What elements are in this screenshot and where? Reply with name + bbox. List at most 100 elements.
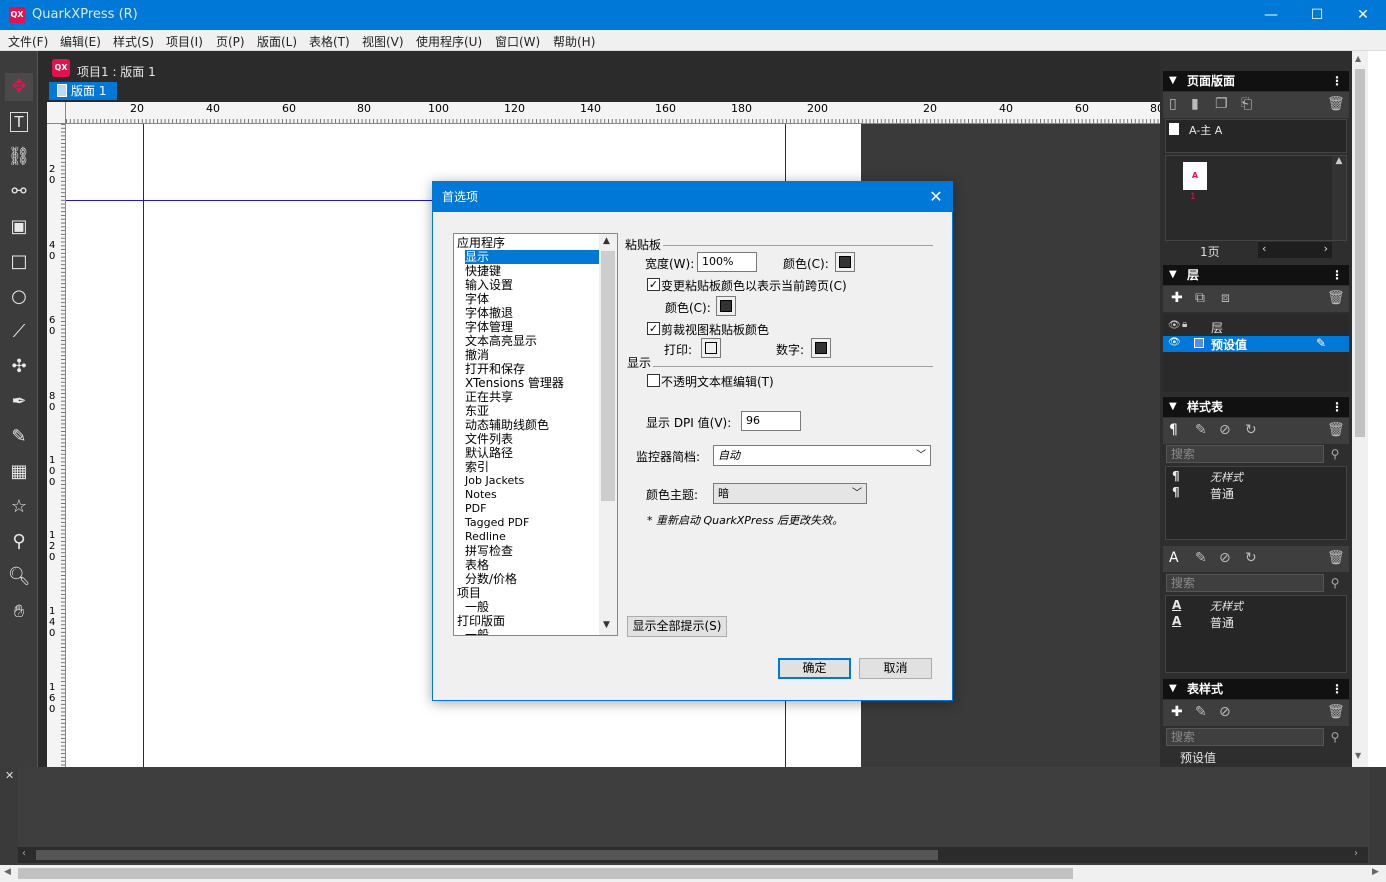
panel-scrollbar[interactable]: ▲ ▼ [1352, 51, 1368, 767]
star-icon[interactable]: ☆ [5, 493, 33, 521]
scroll-up-icon[interactable]: ▲ [1355, 54, 1361, 63]
change-color-checkbox[interactable]: ✓ [647, 278, 660, 291]
text-icon[interactable]: T [5, 108, 33, 136]
scroll-thumb[interactable] [601, 251, 615, 501]
category-item[interactable]: 字体撤退 [465, 306, 513, 320]
move-icon[interactable]: ✥ [5, 73, 33, 101]
category-item-selected[interactable]: 显示 [465, 250, 608, 264]
hand-icon[interactable]: ✋︎ [5, 598, 33, 626]
category-item[interactable]: 默认路径 [465, 446, 513, 460]
char-style-search[interactable]: 搜索 [1166, 574, 1324, 592]
master-page-label[interactable]: A-主 A [1189, 122, 1222, 138]
pencil-icon[interactable]: ✎ [5, 423, 33, 451]
zoom-icon[interactable]: 🔍︎ [5, 563, 33, 591]
menu-window[interactable]: 窗口(W) [495, 33, 540, 50]
para-style-item[interactable]: 无样式 [1210, 469, 1243, 485]
collapse-icon[interactable]: ▼ [1169, 397, 1177, 417]
eyedropper-icon[interactable]: ⚲ [5, 528, 33, 556]
delete-style-icon[interactable]: 🗑︎ [1327, 422, 1345, 438]
category-item[interactable]: 表格 [465, 558, 489, 572]
scroll-thumb[interactable] [36, 850, 938, 860]
category-item[interactable]: 字体管理 [465, 320, 513, 334]
delete-style-icon[interactable]: 🗑︎ [1327, 704, 1345, 720]
picture-box-icon[interactable]: ▣ [5, 213, 33, 241]
scroll-down-icon[interactable]: ▼ [1355, 751, 1361, 760]
category-item[interactable]: Notes [465, 488, 497, 502]
category-item[interactable]: XTensions 管理器 [465, 376, 564, 390]
collapse-icon[interactable]: ▼ [1169, 679, 1177, 699]
duplicate-style-icon[interactable]: ⊘ [1219, 422, 1231, 438]
style-sheets-panel-header[interactable]: ▼ 样式表 ⋮ [1163, 397, 1349, 417]
duplicate-style-icon[interactable]: ⊘ [1219, 704, 1231, 720]
layout-tab[interactable]: 版面 1 [49, 82, 117, 100]
window-hscrollbar[interactable]: ◀ ▶ [0, 865, 1386, 882]
update-style-icon[interactable]: ↻ [1245, 550, 1257, 566]
table-style-item[interactable]: 预设值 [1180, 749, 1216, 766]
layers-panel-header[interactable]: ▼ 层 ⋮ [1163, 265, 1349, 285]
link-icon[interactable]: ⛓ [5, 143, 33, 171]
category-item[interactable]: Job Jackets [465, 474, 524, 488]
scroll-left-icon[interactable]: ◀ [4, 867, 11, 877]
category-item[interactable]: Tagged PDF [465, 516, 529, 530]
para-style-search[interactable]: 搜索 [1166, 445, 1324, 463]
category-item[interactable]: 应用程序 [457, 236, 505, 250]
scroll-right-icon[interactable]: › [1354, 848, 1358, 859]
category-item[interactable]: 字体 [465, 292, 489, 306]
page-thumbnail[interactable]: A [1183, 162, 1207, 190]
close-panel-icon[interactable]: ✕ [5, 769, 14, 782]
new-facing-page-icon[interactable]: ▮ [1191, 96, 1199, 112]
new-character-style-icon[interactable]: A [1169, 550, 1179, 566]
menu-view[interactable]: 视图(V) [362, 33, 404, 50]
page-scroll[interactable]: ‹ › [1258, 242, 1332, 258]
panel-menu-icon[interactable]: ⋮ [1331, 71, 1343, 91]
edit-style-icon[interactable]: ✎ [1195, 550, 1207, 566]
pasteboard-width-input[interactable]: 100% [697, 252, 757, 272]
category-item[interactable]: 打印版面 [457, 614, 505, 628]
scroll-thumb[interactable] [18, 868, 1073, 879]
category-item[interactable]: 文本高亮显示 [465, 334, 537, 348]
menu-help[interactable]: 帮助(H) [553, 33, 595, 50]
new-page-icon[interactable]: ▯ [1169, 96, 1177, 112]
cancel-button[interactable]: 取消 [859, 658, 932, 679]
ok-button[interactable]: 确定 [778, 658, 851, 679]
vertical-ruler[interactable]: 2 0 4 0 6 0 8 0 1 0 0 1 2 0 1 4 0 1 6 0 [47, 124, 66, 767]
dialog-close-icon[interactable]: ✕ [926, 182, 946, 212]
menu-item[interactable]: 项目(I) [166, 33, 203, 50]
category-item[interactable]: 文件列表 [465, 432, 513, 446]
category-item[interactable]: 正在共享 [465, 390, 513, 404]
panel-menu-icon[interactable]: ⋮ [1331, 265, 1343, 285]
category-item[interactable]: 分数/价格 [465, 572, 517, 586]
show-all-tips-button[interactable]: 显示全部提示(S) [627, 616, 727, 637]
category-item[interactable]: 一般 [465, 600, 489, 614]
category-item[interactable]: Redline [465, 530, 506, 544]
number-color-swatch[interactable] [811, 338, 831, 358]
monitor-profile-select[interactable]: 自动 ﹀ [713, 445, 931, 466]
search-icon[interactable]: ⚲ [1327, 574, 1343, 592]
delete-style-icon[interactable]: 🗑︎ [1327, 550, 1345, 566]
opaque-text-checkbox[interactable] [647, 374, 660, 387]
dpi-input[interactable]: 96 [741, 411, 801, 431]
unlink-icon[interactable]: ⚯ [5, 178, 33, 206]
delete-page-icon[interactable]: 🗑︎ [1327, 96, 1345, 112]
add-table-style-icon[interactable]: ✚ [1171, 704, 1183, 720]
thumbnail-scrollbar[interactable]: ▲ [1332, 156, 1346, 240]
category-scrollbar[interactable]: ▲ ▼ [599, 234, 617, 635]
category-item[interactable]: 快捷键 [465, 264, 501, 278]
document-tab[interactable]: QX 项目1 : 版面 1 [50, 57, 160, 81]
visibility-icon[interactable]: 👁︎ [1168, 337, 1181, 348]
category-item[interactable]: PDF [465, 502, 486, 516]
panel-menu-icon[interactable]: ⋮ [1331, 679, 1343, 699]
category-item[interactable]: 东亚 [465, 404, 489, 418]
menu-style[interactable]: 样式(S) [113, 33, 154, 50]
ellipse-icon[interactable]: ○ [5, 283, 33, 311]
category-item[interactable]: 拼写检查 [465, 544, 513, 558]
merge-layers-icon[interactable]: ⧉ [1195, 290, 1205, 306]
pen-icon[interactable]: ✒ [5, 388, 33, 416]
table-styles-panel-header[interactable]: ▼ 表样式 ⋮ [1163, 679, 1349, 699]
table-style-search[interactable]: 搜索 [1166, 728, 1324, 746]
minimize-button[interactable]: — [1248, 0, 1294, 30]
close-window-button[interactable]: ✕ [1340, 0, 1386, 30]
scroll-left-icon[interactable]: ‹ [22, 848, 26, 859]
menu-layout[interactable]: 版面(L) [257, 33, 297, 50]
rectangle-icon[interactable]: □ [5, 248, 33, 276]
